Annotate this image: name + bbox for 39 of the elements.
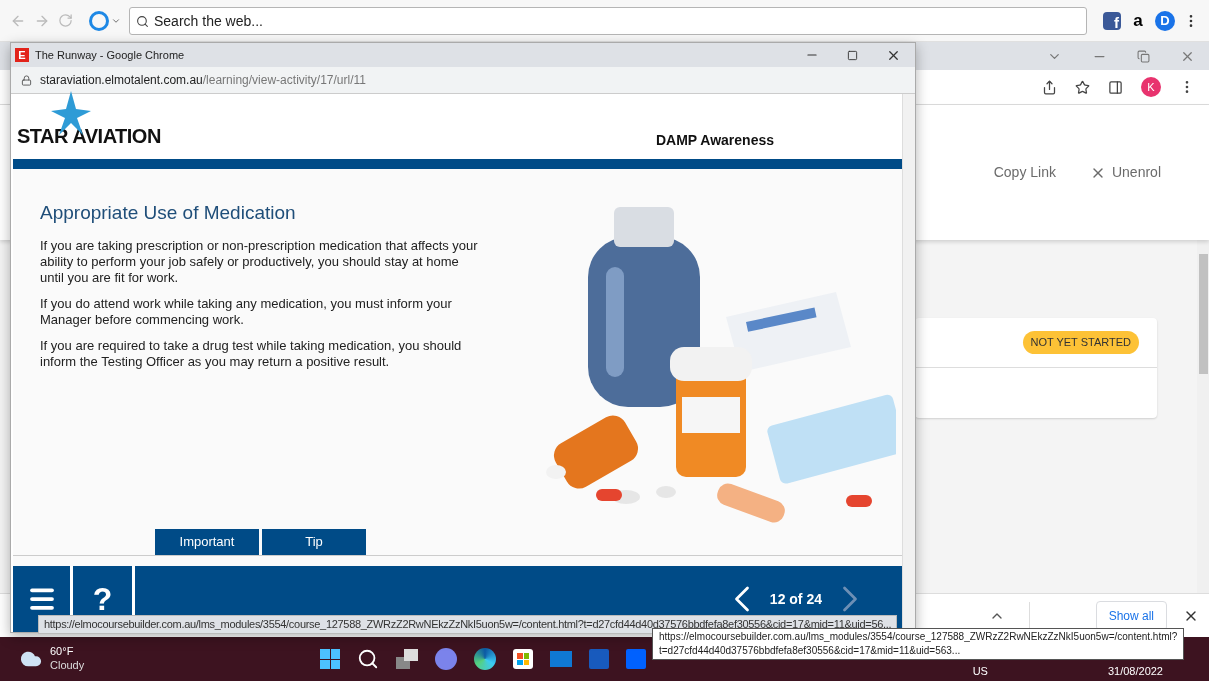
search-field[interactable]: Search the web...: [129, 6, 1087, 35]
bookmark-icon[interactable]: [1075, 79, 1090, 95]
tooltip-line: t=d27cfd44d40d37576bbdfefa8ef30556&cid=17&mid=11&uid=563...: [659, 644, 962, 658]
search-icon[interactable]: [357, 648, 380, 670]
browser-logo-icon[interactable]: [89, 10, 109, 31]
body-paragraph: If you do attend work while taking any medication, you must inform your Manager before commencing work.: [40, 295, 453, 328]
weather-condition: Cloudy: [50, 659, 85, 673]
tab[interactable]: Tip: [262, 529, 366, 555]
restore-icon[interactable]: [1137, 49, 1150, 63]
extension-icon[interactable]: D: [1155, 10, 1175, 31]
page-counter: 12 of 24: [769, 589, 822, 609]
url-host: staraviation.elmotalent.com.au: [40, 72, 203, 89]
action-link[interactable]: Unenrol: [1089, 162, 1161, 183]
side-panel-icon[interactable]: [1108, 79, 1123, 95]
task-view-icon[interactable]: [396, 649, 419, 669]
tab[interactable]: Important: [155, 529, 259, 555]
taskbar-date[interactable]: 31/08/2022: [1107, 665, 1163, 677]
lock-icon: [21, 74, 32, 86]
extension-icon[interactable]: f: [1103, 11, 1121, 30]
scrollbar[interactable]: [1197, 240, 1209, 593]
start-icon[interactable]: [320, 649, 341, 669]
body-paragraph: If you are taking prescription or non-prescription medication that affects your ability to perform your job safely or productively, you should stay at home until you are fit for work.: [40, 237, 479, 286]
url-path: /learning/view-activity/17/url/11: [202, 72, 366, 89]
maximize-icon[interactable]: [847, 49, 858, 61]
slide-heading: Appropriate Use of Medication: [40, 201, 297, 225]
site-favicon: E: [15, 48, 29, 62]
extension-icon[interactable]: a: [1129, 11, 1147, 30]
body-paragraph: If you are required to take a drug test while taking medication, you should inform the Testing Officer as you may return a positive result.: [40, 337, 463, 370]
share-icon[interactable]: [1042, 79, 1057, 95]
action-link[interactable]: Copy Link: [993, 162, 1056, 183]
course-title: DAMP Awareness: [656, 131, 774, 150]
search-icon: [136, 14, 149, 28]
profile-avatar[interactable]: K: [1141, 77, 1161, 97]
company-logo: STAR AVIATION: [17, 124, 161, 149]
window-title: The Runway - Google Chrome: [35, 47, 185, 63]
store-icon[interactable]: [513, 649, 534, 669]
status-badge: NOT YET STARTED: [1022, 331, 1139, 354]
weather-temperature: 60°F: [50, 645, 75, 659]
keyboard-language[interactable]: US: [972, 665, 988, 677]
